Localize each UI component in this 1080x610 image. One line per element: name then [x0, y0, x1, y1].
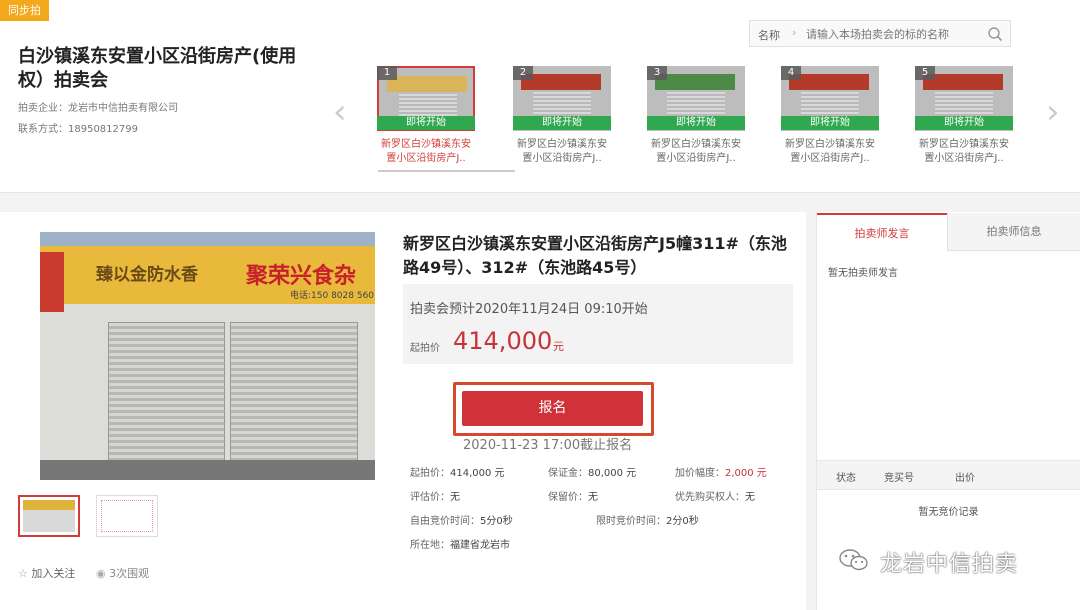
thumb-scroll-indicator — [378, 170, 515, 172]
shop-sign-phone: 电话:150 8028 560 — [290, 291, 375, 301]
chevron-right-icon: › — [792, 26, 797, 39]
watermark-text: 龙岩中信拍卖 — [880, 552, 1019, 577]
info-deposit: 保证金：80,000 元 — [548, 468, 637, 479]
search-input[interactable] — [806, 25, 976, 43]
sync-auction-tag: 同步拍 — [0, 0, 49, 21]
status-badge: 即将开始 — [781, 116, 879, 130]
lot-search-box: 名称 › — [749, 20, 1011, 47]
wechat-icon — [838, 548, 870, 572]
auction-contact: 联系方式：18950812799 — [18, 124, 138, 135]
lot-caption: 新罗区白沙镇溪东安置小区沿街房产J.. — [651, 139, 741, 164]
star-icon: ☆ — [18, 567, 28, 580]
search-scope-label[interactable]: 名称 — [758, 27, 780, 43]
info-location: 所在地：福建省龙岩市 — [410, 540, 510, 551]
shop-sign-right: 聚荣兴食杂 — [246, 264, 357, 289]
register-button[interactable]: 报名 — [462, 391, 643, 426]
info-start-price: 起拍价：414,000 元 — [410, 468, 505, 479]
lot-thumb-1[interactable]: 1 即将开始 新罗区白沙镇溪东安置小区沿街房产J.. — [377, 66, 475, 181]
shop-sign-left: 臻以金防水香 — [96, 265, 198, 285]
lot-caption: 新罗区白沙镇溪东安置小区沿街房产J.. — [785, 139, 875, 164]
lot-caption: 新罗区白沙镇溪东安置小区沿街房产J.. — [381, 139, 471, 164]
no-remarks-text: 暂无拍卖师发言 — [828, 268, 898, 279]
view-count: ◉ 3次围观 — [96, 567, 150, 580]
bid-record-header: 状态 竞买号 出价 — [817, 460, 1080, 490]
lot-caption: 新罗区白沙镇溪东安置小区沿街房产J.. — [919, 139, 1009, 164]
info-priority: 优先购买权人：无 — [675, 492, 755, 503]
price-unit: 元 — [553, 340, 564, 353]
register-deadline: 2020-11-23 17:00截止报名 — [463, 438, 633, 453]
auction-title: 白沙镇溪东安置小区沿街房产(使用权）拍卖会 — [18, 46, 297, 91]
lot-caption: 新罗区白沙镇溪东安置小区沿街房产J.. — [517, 139, 607, 164]
col-bid-price: 出价 — [955, 473, 975, 484]
lot-thumb-5[interactable]: 5 即将开始 新罗区白沙镇溪东安置小区沿街房产J.. — [915, 66, 1013, 181]
tab-auctioneer-info[interactable]: 拍卖师信息 — [947, 213, 1080, 251]
follow-button[interactable]: ☆ 加入关注 — [18, 565, 75, 581]
tab-auctioneer-remarks[interactable]: 拍卖师发言 — [817, 213, 947, 251]
photo-thumb-1[interactable] — [18, 495, 80, 537]
start-price-label: 起拍价 — [410, 343, 440, 354]
chevron-right-icon[interactable]: › — [1046, 92, 1060, 132]
lot-main-photo[interactable]: 臻以金防水香 聚荣兴食杂 电话:150 8028 560 — [40, 232, 375, 480]
lot-title: 新罗区白沙镇溪东安置小区沿街房产J5幢311#（东池路49号）、312#（东池路… — [403, 234, 787, 277]
chevron-left-icon[interactable]: ‹ — [333, 92, 347, 132]
info-appraisal: 评估价：无 — [410, 492, 460, 503]
lot-thumb-4[interactable]: 4 即将开始 新罗区白沙镇溪东安置小区沿街房产J.. — [781, 66, 879, 181]
col-status: 状态 — [836, 473, 856, 484]
auction-start-time: 拍卖会预计2020年11月24日 09:10开始 — [410, 302, 648, 317]
start-price-value: 414,000 — [453, 327, 553, 355]
info-limit-bid-time: 限时竞价时间：2分0秒 — [596, 516, 699, 527]
col-bid-number: 竞买号 — [884, 473, 914, 484]
info-free-bid-time: 自由竞价时间：5分0秒 — [410, 516, 513, 527]
info-reserve: 保留价：无 — [548, 492, 598, 503]
no-bids-text: 暂无竞价记录 — [918, 507, 979, 518]
status-badge: 即将开始 — [513, 116, 611, 130]
lot-thumb-3[interactable]: 3 即将开始 新罗区白沙镇溪东安置小区沿街房产J.. — [647, 66, 745, 181]
search-icon[interactable] — [987, 26, 1003, 45]
status-badge: 即将开始 — [915, 116, 1013, 130]
status-badge: 即将开始 — [377, 116, 475, 130]
eye-icon: ◉ — [96, 567, 106, 580]
photo-thumb-2[interactable] — [96, 495, 158, 537]
lot-thumb-2[interactable]: 2 即将开始 新罗区白沙镇溪东安置小区沿街房产J.. — [513, 66, 611, 181]
auction-company: 拍卖企业：龙岩市中信拍卖有限公司 — [18, 103, 178, 114]
info-increment: 加价幅度：2,000 元 — [675, 468, 767, 479]
status-badge: 即将开始 — [647, 116, 745, 130]
